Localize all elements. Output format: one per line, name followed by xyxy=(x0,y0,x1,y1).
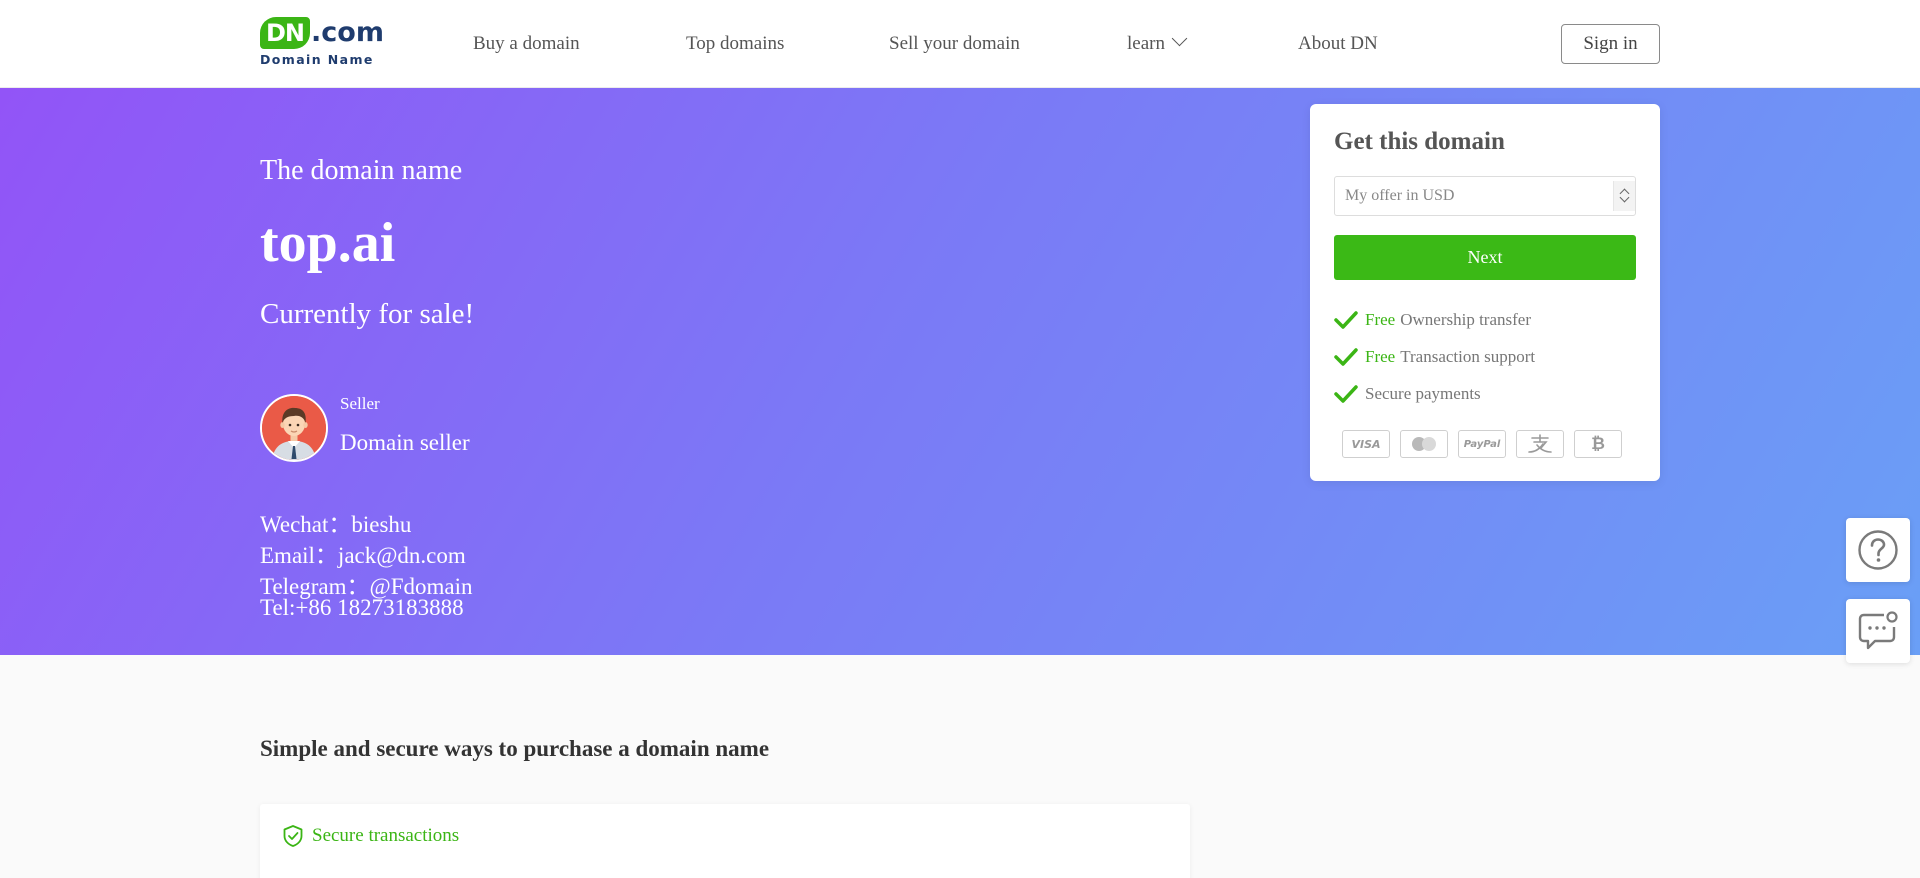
bitcoin-icon: ₿ xyxy=(1574,430,1622,458)
logo-subtitle: Domain Name xyxy=(260,52,374,67)
feature-secure-payments: Secure payments xyxy=(1334,382,1481,406)
payment-methods: VISA PayPal ₿ xyxy=(1342,430,1632,458)
alipay-icon xyxy=(1516,430,1564,458)
visa-icon: VISA xyxy=(1342,430,1390,458)
mastercard-circles xyxy=(1412,437,1436,451)
logo-com-text: .com xyxy=(311,17,384,48)
offer-field xyxy=(1334,176,1636,216)
check-icon xyxy=(1334,348,1358,366)
chat-button[interactable] xyxy=(1846,599,1910,663)
seller-avatar-illustration xyxy=(262,396,326,460)
alipay-glyph xyxy=(1528,434,1552,453)
sale-status: Currently for sale! xyxy=(260,298,475,330)
feature-text: Secure payments xyxy=(1365,384,1481,403)
check-icon xyxy=(1334,311,1358,329)
secure-transactions-card: Secure transactions xyxy=(260,804,1190,878)
nav-sell-domain[interactable]: Sell your domain xyxy=(889,0,1020,88)
feature-text: Ownership transfer xyxy=(1400,310,1531,329)
shield-check-icon xyxy=(283,825,303,847)
paypal-icon: PayPal xyxy=(1458,430,1506,458)
seller-name: Domain seller xyxy=(340,430,470,455)
section-title: Simple and secure ways to purchase a dom… xyxy=(260,736,770,761)
help-button[interactable] xyxy=(1846,518,1910,582)
logo-dn-text: DN xyxy=(260,17,311,49)
seller-avatar xyxy=(260,394,328,462)
dn-logo[interactable]: DN .com Domain Name xyxy=(260,17,384,71)
secure-transactions-heading: Secure transactions xyxy=(282,824,459,848)
feature-transaction-support: Free Transaction support xyxy=(1334,345,1535,369)
offer-stepper[interactable] xyxy=(1613,181,1635,211)
feature-free-tag: Free xyxy=(1365,310,1396,329)
secure-transactions-label: Secure transactions xyxy=(312,825,460,846)
top-header: DN .com Domain Name Buy a domain Top dom… xyxy=(0,0,1920,88)
feature-ownership-transfer: Free Ownership transfer xyxy=(1334,308,1531,332)
contact-tel: Tel:+86 18273183888 xyxy=(260,595,464,620)
nav-learn[interactable]: learn xyxy=(1127,0,1188,88)
domain-name-title: top.ai xyxy=(260,212,396,274)
next-button[interactable]: Next xyxy=(1334,235,1636,280)
question-icon xyxy=(1858,530,1898,570)
hero-subtitle: The domain name xyxy=(260,155,463,186)
nav-top-domains[interactable]: Top domains xyxy=(686,0,784,88)
chat-icon xyxy=(1858,611,1898,650)
check-icon xyxy=(1334,385,1358,403)
card-title: Get this domain xyxy=(1334,128,1505,155)
nav-learn-label: learn xyxy=(1127,33,1165,54)
contact-email[interactable]: Email：jack@dn.com xyxy=(260,536,466,570)
contact-wechat: Wechat：bieshu xyxy=(260,512,412,537)
offer-input[interactable] xyxy=(1335,177,1635,215)
get-domain-card: Get this domain Next Free Ownership tran… xyxy=(1310,104,1660,481)
nav-buy-domain[interactable]: Buy a domain xyxy=(473,0,580,88)
logo-mark: DN .com xyxy=(260,17,384,49)
chevron-down-icon xyxy=(1171,30,1188,47)
sign-in-button[interactable]: Sign in xyxy=(1561,24,1660,64)
seller-label: Seller xyxy=(340,394,380,413)
feature-free-tag: Free xyxy=(1365,347,1396,366)
feature-text: Transaction support xyxy=(1400,347,1536,366)
mastercard-icon xyxy=(1400,430,1448,458)
nav-about-dn[interactable]: About DN xyxy=(1298,0,1378,88)
